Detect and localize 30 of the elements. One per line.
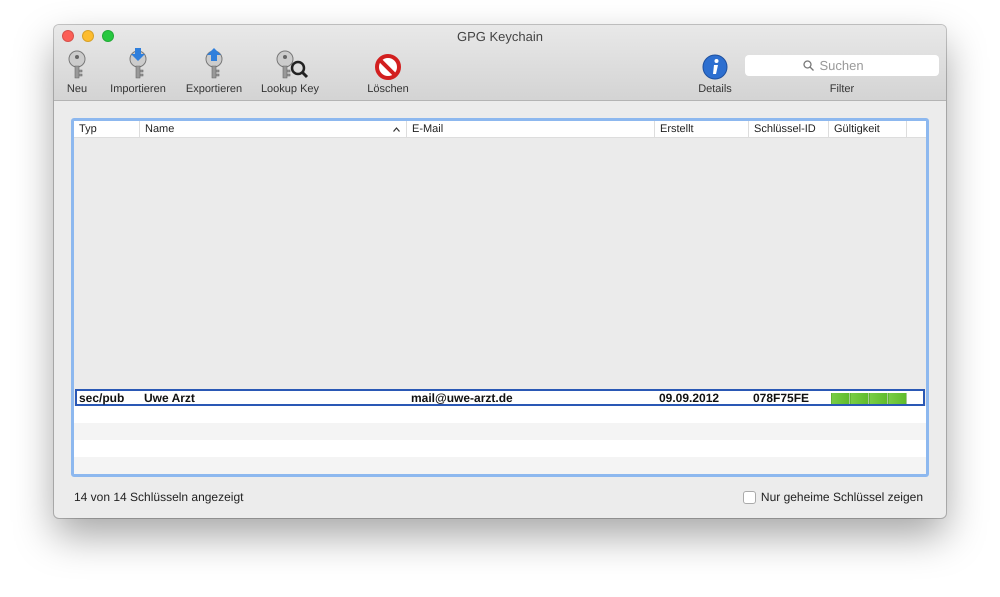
column-header[interactable]: Schlüssel-ID bbox=[748, 121, 828, 137]
filter-label: Filter bbox=[830, 83, 854, 95]
zoom-button[interactable] bbox=[102, 30, 114, 42]
table-cell-text: Uwe Arzt bbox=[143, 391, 196, 405]
minimize-button[interactable] bbox=[82, 30, 94, 42]
lookup-button[interactable]: Lookup Key bbox=[252, 48, 328, 95]
table-cell-text: 09.09.2012 bbox=[658, 391, 720, 405]
column-header[interactable]: Name bbox=[139, 121, 406, 137]
table-row[interactable]: sec/pub Uwe Arzt mail@uwe-arzt.de 09.09.2012 078F75FE bbox=[75, 389, 925, 406]
search-field[interactable]: Suchen bbox=[745, 55, 939, 76]
export-button[interactable]: Exportieren bbox=[176, 48, 252, 95]
search-icon bbox=[802, 60, 814, 71]
key-count: 14 von 14 Schlüsseln angezeigt bbox=[74, 490, 244, 504]
delete-button[interactable]: Löschen bbox=[328, 54, 448, 95]
table-cell-text: sec/pub bbox=[78, 391, 126, 405]
window-title: GPG Keychain bbox=[457, 28, 543, 44]
info-icon bbox=[702, 54, 728, 80]
column-header[interactable]: Gültigkeit bbox=[828, 121, 906, 137]
table-cell-text: 078F75FE bbox=[752, 391, 810, 405]
column-header[interactable]: Erstellt bbox=[654, 121, 748, 137]
column-header[interactable]: E-Mail bbox=[406, 121, 654, 137]
details-button[interactable]: Details bbox=[685, 54, 745, 95]
new-button[interactable]: Neu bbox=[54, 48, 100, 95]
import-button[interactable]: Importieren bbox=[100, 48, 176, 95]
search-input[interactable]: Suchen bbox=[818, 57, 882, 74]
prohibited-icon bbox=[375, 54, 401, 80]
close-button[interactable] bbox=[62, 30, 74, 42]
column-header[interactable]: Typ bbox=[74, 121, 139, 137]
table-cell-text: mail@uwe-arzt.de bbox=[410, 391, 514, 405]
secret-only-checkbox[interactable]: Nur geheime Schlüssel zeigen bbox=[742, 490, 923, 504]
